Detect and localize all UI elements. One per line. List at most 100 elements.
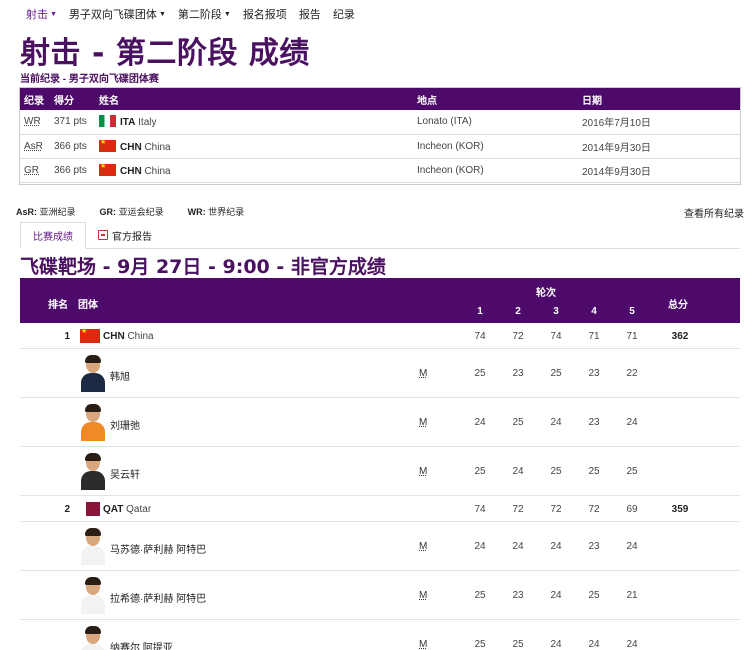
athlete-round-score: 24 xyxy=(550,590,562,601)
team-round-score: 72 xyxy=(512,504,524,515)
nav-item-label: 报告 xyxy=(298,9,321,21)
nav-item-5[interactable]: 报告 xyxy=(299,6,321,22)
results-header-round-1: 1 xyxy=(477,306,483,317)
nav-item-2[interactable]: 男子双向飞碟团体 ▼ xyxy=(69,6,166,22)
legend-asr: AsR: 亚洲纪录 xyxy=(16,207,76,217)
athlete-name[interactable]: 纳赛尔 阿提亚 xyxy=(110,639,173,650)
record-row: GR366 ptsCHN ChinaIncheon (KOR)2014年9月30… xyxy=(20,158,740,183)
results-header-round-5: 5 xyxy=(629,306,635,317)
athlete-round-score: 25 xyxy=(474,590,486,601)
athlete-round-score: 23 xyxy=(588,417,600,428)
section-title: 飞碟靶场 - 9月 27日 - 9:00 - 非官方成绩 xyxy=(20,256,386,278)
record-row: WR 371 pts ITA Italy Lonato (ITA) 2016年7月10日 xyxy=(20,110,740,135)
results-header-round-4: 4 xyxy=(591,306,597,317)
record-date: 2014年9月30日 xyxy=(578,158,740,183)
team-row: 2 QAT Qatar 74 72 72 72 69 359 xyxy=(20,496,740,522)
tab-results[interactable]: 比赛成绩 xyxy=(20,222,86,249)
legend-gr: GR: 亚运会纪录 xyxy=(99,207,164,217)
nav-item-label: 男子双向飞碟团体 xyxy=(68,9,157,21)
records-header-row: 纪录 得分 姓名 地点 日期 xyxy=(20,88,740,110)
team-rank: 2 xyxy=(64,504,70,515)
athlete-gender: M xyxy=(419,541,428,552)
results-header-rank: 排名 xyxy=(48,300,68,311)
results-header-team: 团体 xyxy=(78,300,98,311)
nav-item-label: 报名报项 xyxy=(242,9,287,21)
athlete-avatar xyxy=(80,403,106,441)
athlete-round-score: 24 xyxy=(550,639,562,650)
record-holder[interactable]: CHN China xyxy=(95,158,413,183)
team-name[interactable]: CHN China xyxy=(80,327,154,343)
nav-item-label: 纪录 xyxy=(332,9,355,21)
athlete-row: 马苏德·萨利赫 阿特巴 M 24 24 24 23 24 xyxy=(20,522,740,571)
athlete-avatar xyxy=(80,354,106,392)
athlete-round-score: 25 xyxy=(512,417,524,428)
qat-flag-icon xyxy=(80,502,100,516)
tab-official-report[interactable]: 官方报告 xyxy=(86,222,164,248)
records-header-code: 纪录 xyxy=(20,88,50,110)
team-rank: 1 xyxy=(64,331,70,342)
record-place: Lonato (ITA) xyxy=(413,110,578,135)
athlete-name[interactable]: 马苏德·萨利赫 阿特巴 xyxy=(110,541,206,556)
athlete-name[interactable]: 吴云轩 xyxy=(110,466,140,481)
athlete-name[interactable]: 韩旭 xyxy=(110,368,130,383)
record-holder[interactable]: ITA Italy xyxy=(95,110,413,135)
athlete-round-score: 23 xyxy=(588,541,600,552)
nav-item-4[interactable]: 报名报项 xyxy=(243,6,287,22)
record-date: 2014年9月30日 xyxy=(578,134,740,159)
athlete-name[interactable]: 刘珊弛 xyxy=(110,417,140,432)
nav-item-3[interactable]: 第二阶段 ▼ xyxy=(178,6,231,22)
chn-flag-icon xyxy=(80,327,100,343)
athlete-round-score: 24 xyxy=(626,541,638,552)
team-round-score: 74 xyxy=(550,331,562,342)
team-round-score: 74 xyxy=(474,504,486,515)
athlete-round-score: 22 xyxy=(626,368,638,379)
records-table: 纪录 得分 姓名 地点 日期 WR 371 pts ITA Italy Lonato … xyxy=(20,88,740,183)
athlete-name[interactable]: 拉希德·萨利赫 阿特巴 xyxy=(110,590,206,605)
athlete-round-score: 24 xyxy=(588,639,600,650)
results-table: 排名 团体 轮次 1 2 3 4 5 总分 1 CHN China 74 72 74 71… xyxy=(20,278,740,650)
athlete-row: 吴云轩 M 25 24 25 25 25 xyxy=(20,447,740,496)
team-round-score: 72 xyxy=(550,504,562,515)
ita-flag-icon xyxy=(99,115,116,128)
athlete-row: 拉希德·萨利赫 阿特巴 M 25 23 24 25 21 xyxy=(20,571,740,620)
records-header-name: 姓名 xyxy=(95,88,413,110)
nav-item-1[interactable]: 射击 ▼ xyxy=(26,6,57,22)
record-holder[interactable]: CHN China xyxy=(95,134,413,159)
athlete-round-score: 25 xyxy=(474,466,486,477)
athlete-avatar xyxy=(80,527,106,565)
records-subtitle: 当前纪录 - 男子双向飞碟团体赛 xyxy=(20,74,159,85)
athlete-round-score: 25 xyxy=(550,466,562,477)
athlete-round-score: 25 xyxy=(550,368,562,379)
chevron-down-icon: ▼ xyxy=(50,10,57,18)
athlete-round-score: 25 xyxy=(474,368,486,379)
team-name[interactable]: QAT Qatar xyxy=(80,502,151,516)
view-all-records-link[interactable]: 查看所有纪录 xyxy=(684,205,744,220)
page-title: 射击 - 第二阶段 成绩 xyxy=(20,36,310,71)
record-place: Incheon (KOR) xyxy=(413,158,578,183)
records-header-place: 地点 xyxy=(413,88,578,110)
record-score: 371 pts xyxy=(50,110,95,135)
athlete-round-score: 24 xyxy=(626,417,638,428)
chevron-down-icon: ▼ xyxy=(223,10,231,18)
nav-item-6[interactable]: 纪录 xyxy=(333,6,355,22)
athlete-row: 韩旭 M 25 23 25 23 22 xyxy=(20,349,740,398)
team-total: 359 xyxy=(671,504,689,515)
record-date: 2016年7月10日 xyxy=(578,110,740,135)
athlete-gender: M xyxy=(419,590,428,601)
athlete-row: 纳赛尔 阿提亚 M 25 25 24 24 24 xyxy=(20,620,740,650)
team-row: 1 CHN China 74 72 74 71 71 362 xyxy=(20,323,740,349)
results-header-rounds: 轮次 xyxy=(536,288,556,299)
record-code: AsR xyxy=(20,134,50,159)
records-header-date: 日期 xyxy=(578,88,740,110)
results-header-round-3: 3 xyxy=(553,306,559,317)
record-code: GR xyxy=(20,158,50,183)
athlete-gender: M xyxy=(419,466,428,477)
athlete-round-score: 23 xyxy=(512,368,524,379)
results-header-round-2: 2 xyxy=(515,306,521,317)
team-round-score: 72 xyxy=(512,331,524,342)
athlete-avatar xyxy=(80,576,106,614)
record-score: 366 pts xyxy=(50,158,95,183)
team-total: 362 xyxy=(671,331,689,342)
team-round-score: 71 xyxy=(588,331,600,342)
athlete-round-score: 25 xyxy=(512,639,524,650)
